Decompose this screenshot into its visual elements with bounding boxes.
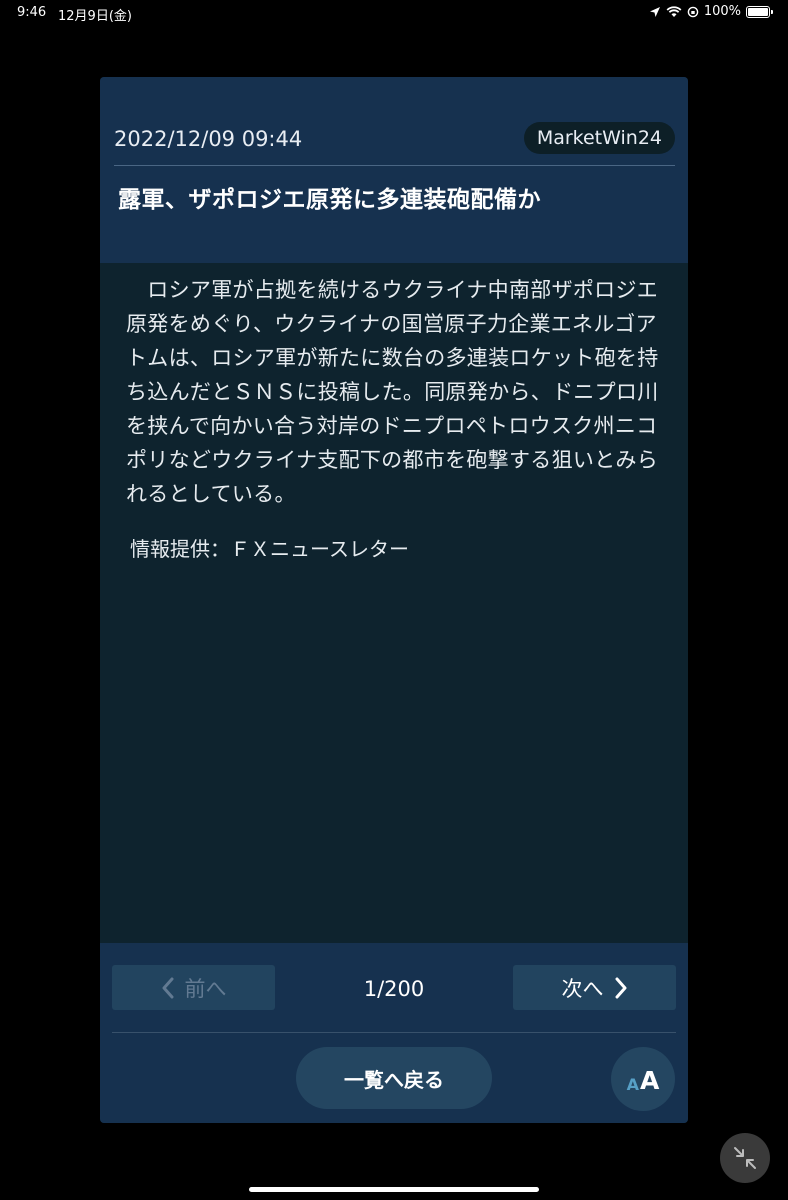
location-icon	[649, 6, 660, 17]
home-indicator[interactable]	[249, 1187, 539, 1192]
source-badge: MarketWin24	[523, 122, 675, 154]
status-time: 9:46	[17, 5, 47, 20]
orientation-lock-icon	[687, 6, 699, 17]
status-icons: 100%	[649, 4, 773, 19]
battery-percentage: 100%	[703, 4, 741, 19]
wifi-icon	[666, 5, 682, 17]
chevron-right-icon	[615, 977, 626, 998]
header-divider	[114, 165, 675, 166]
article-body: ロシア軍が占拠を続けるウクライナ中南部ザポロジエ原発をめぐり、ウクライナの国営原…	[126, 278, 659, 506]
nav-divider	[112, 1032, 676, 1033]
font-size-large-glyph: A	[640, 1066, 660, 1095]
status-bar: 9:46 12月9日(金) 100%	[0, 0, 788, 26]
battery-icon	[746, 5, 773, 18]
navigation-bar: 前へ 1/200 次へ 一覧へ戻る A A	[100, 943, 688, 1123]
collapse-arrows-icon	[734, 1147, 756, 1169]
article-credit: 情報提供：ＦＸニュースレター	[130, 537, 409, 561]
font-size-small-glyph: A	[626, 1075, 640, 1094]
exit-fullscreen-button[interactable]	[720, 1133, 770, 1183]
next-label: 次へ	[561, 976, 604, 1001]
article-timestamp: 2022/12/09 09:44	[114, 127, 303, 151]
article-headline: 露軍、ザポロジエ原発に多連装砲配備か	[118, 187, 541, 213]
font-size-button[interactable]: A A	[611, 1047, 675, 1111]
status-date: 12月9日(金)	[58, 9, 132, 24]
news-header: 2022/12/09 09:44 MarketWin24 露軍、ザポロジエ原発に…	[100, 77, 688, 263]
back-to-list-button[interactable]: 一覧へ戻る	[296, 1047, 492, 1109]
next-button[interactable]: 次へ	[513, 965, 676, 1010]
news-card: 2022/12/09 09:44 MarketWin24 露軍、ザポロジエ原発に…	[100, 77, 688, 1123]
